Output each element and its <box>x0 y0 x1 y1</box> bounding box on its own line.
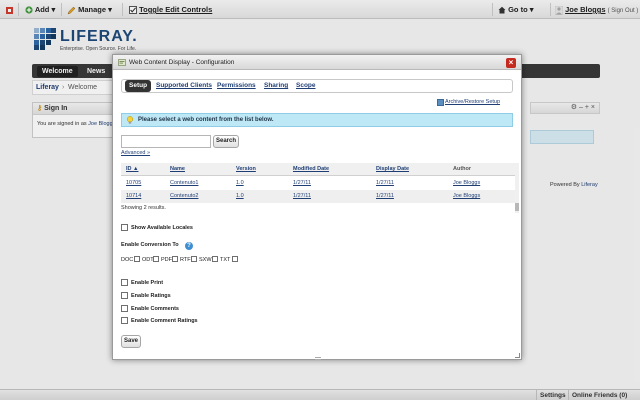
cell-name[interactable]: Contenuto1 <box>170 177 198 190</box>
conversion-txt-checkbox[interactable] <box>232 256 238 262</box>
show-locales-label: Show Available Locales <box>131 225 193 231</box>
lightbulb-icon <box>126 116 134 124</box>
search-button[interactable]: Search <box>213 135 239 148</box>
cell-modified-date[interactable]: 1/27/11 <box>293 190 311 203</box>
resize-grip-icon[interactable] <box>515 353 520 358</box>
enable-comments-checkbox[interactable] <box>121 305 128 312</box>
conversion-rtf-checkbox[interactable] <box>191 256 197 262</box>
column-header-display-date[interactable]: Display Date <box>376 163 409 176</box>
cell-author[interactable]: Joe Bloggs <box>453 177 480 190</box>
enable-print-label: Enable Print <box>131 280 164 286</box>
dialog-title: Web Content Display - Configuration <box>129 59 235 66</box>
save-button[interactable]: Save <box>121 335 141 348</box>
cell-display-date[interactable]: 1/27/11 <box>376 177 394 190</box>
scrollbar[interactable] <box>515 165 519 213</box>
conversion-odt-checkbox[interactable] <box>153 256 159 262</box>
cell-id[interactable]: 10705 <box>126 177 141 190</box>
conversion-odt-label: ODT <box>142 257 154 263</box>
conversion-title: Enable Conversion To <box>121 242 179 248</box>
enable-comments-label: Enable Comments <box>131 306 179 312</box>
cell-display-date[interactable]: 1/27/11 <box>376 190 394 203</box>
table-row[interactable]: 10714 Contenuto2 1.0 1/27/11 1/27/11 Joe… <box>121 190 519 203</box>
scrollbar-thumb[interactable] <box>515 203 519 211</box>
cell-modified-date[interactable]: 1/27/11 <box>293 177 311 190</box>
conversion-doc-checkbox[interactable] <box>134 256 140 262</box>
enable-ratings-label: Enable Ratings <box>131 293 171 299</box>
resize-handle-bottom[interactable] <box>315 357 321 360</box>
configuration-dialog: Web Content Display - Configuration × Se… <box>112 54 522 360</box>
cell-version[interactable]: 1.0 <box>236 177 244 190</box>
column-header-modified-date[interactable]: Modified Date <box>293 163 329 176</box>
conversion-doc-label: DOC <box>121 257 134 263</box>
cell-id[interactable]: 10714 <box>126 190 141 203</box>
enable-comment-ratings-label: Enable Comment Ratings <box>131 318 198 324</box>
column-header-version[interactable]: Version <box>236 163 256 176</box>
help-icon[interactable]: ? <box>185 242 193 250</box>
cell-name[interactable]: Contenuto2 <box>170 190 198 203</box>
dialog-titlebar: Web Content Display - Configuration × <box>113 55 521 70</box>
tab-setup[interactable]: Setup <box>125 80 152 92</box>
show-locales-checkbox[interactable] <box>121 224 128 231</box>
enable-print-checkbox[interactable] <box>121 279 128 286</box>
conversion-sxw-checkbox[interactable] <box>212 256 218 262</box>
conversion-pdf-label: PDF <box>161 257 172 263</box>
tab-sharing[interactable]: Sharing <box>264 80 288 92</box>
cell-author[interactable]: Joe Bloggs <box>453 190 480 203</box>
tab-permissions[interactable]: Permissions <box>217 80 256 92</box>
info-message: Please select a web content from the lis… <box>121 113 513 127</box>
archive-restore-setup-link[interactable]: Archive/Restore Setup <box>445 99 500 105</box>
conversion-sxw-label: SXW <box>199 257 212 263</box>
results-count: Showing 2 results. <box>121 205 166 211</box>
advanced-search-link[interactable]: Advanced » <box>121 150 150 156</box>
search-input[interactable] <box>121 135 211 148</box>
info-message-text: Please select a web content from the lis… <box>138 117 274 123</box>
column-header-name[interactable]: Name <box>170 163 185 176</box>
tab-scope[interactable]: Scope <box>296 80 316 92</box>
web-content-icon <box>118 59 126 66</box>
table-row[interactable]: 10705 Contenuto1 1.0 1/27/11 1/27/11 Joe… <box>121 177 519 190</box>
tab-supported-clients[interactable]: Supported Clients <box>156 80 212 92</box>
conversion-pdf-checkbox[interactable] <box>172 256 178 262</box>
close-icon[interactable]: × <box>506 58 516 68</box>
column-header-author: Author <box>453 166 472 172</box>
enable-ratings-checkbox[interactable] <box>121 292 128 299</box>
cell-version[interactable]: 1.0 <box>236 190 244 203</box>
enable-comment-ratings-checkbox[interactable] <box>121 317 128 324</box>
configuration-tabs: Setup Supported Clients Permissions Shar… <box>121 79 513 93</box>
conversion-txt-label: TXT <box>220 257 231 263</box>
column-header-id[interactable]: ID ▲ <box>126 163 138 176</box>
conversion-rtf-label: RTF <box>180 257 191 263</box>
archive-icon <box>437 99 444 106</box>
